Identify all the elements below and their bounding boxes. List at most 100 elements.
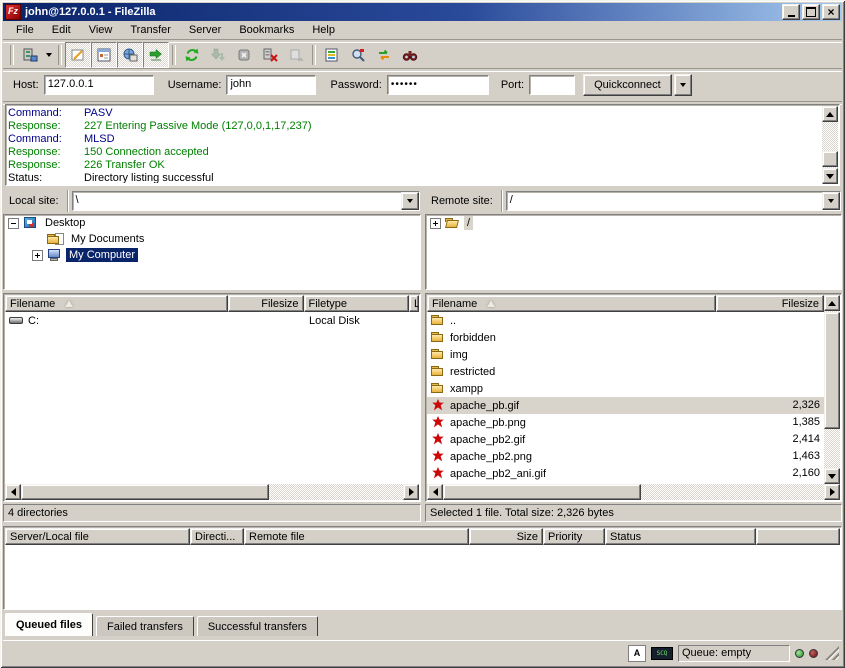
file-row[interactable]: apache_pb.png 1,385 bbox=[427, 414, 824, 431]
filter-button[interactable] bbox=[319, 42, 345, 68]
tree-item-label[interactable]: My Computer bbox=[66, 248, 138, 262]
toggle-remote-tree-button[interactable] bbox=[117, 42, 143, 68]
transfer-type-icon[interactable]: A bbox=[628, 645, 646, 662]
local-horizontal-scrollbar[interactable] bbox=[5, 484, 419, 500]
scrollbar-thumb[interactable] bbox=[822, 151, 838, 167]
file-row[interactable]: C: Local Disk bbox=[5, 312, 419, 329]
tree-item[interactable]: My Computer bbox=[4, 247, 420, 263]
column-header-direction[interactable]: Directi... bbox=[190, 528, 244, 545]
host-label: Host: bbox=[13, 79, 39, 91]
quickconnect-button[interactable]: Quickconnect bbox=[583, 74, 672, 96]
column-header-lastmodified[interactable]: L bbox=[409, 295, 419, 312]
file-row[interactable]: apache_pb2_ani.gif 2,160 bbox=[427, 465, 824, 482]
tab-failed-transfers[interactable]: Failed transfers bbox=[96, 616, 194, 636]
scrollbar-thumb[interactable] bbox=[21, 484, 269, 500]
remote-site-combo[interactable]: / bbox=[506, 191, 841, 211]
quickconnect-dropdown[interactable] bbox=[674, 74, 692, 96]
chevron-down-icon bbox=[680, 83, 686, 90]
scroll-right-button[interactable] bbox=[403, 484, 419, 500]
remote-site-value[interactable]: / bbox=[507, 192, 822, 210]
maximize-button[interactable] bbox=[802, 4, 820, 20]
disconnect-button[interactable] bbox=[257, 42, 283, 68]
menu-item[interactable]: Help bbox=[303, 22, 344, 38]
password-input[interactable]: •••••• bbox=[387, 75, 489, 95]
status-bar: A SCQ Queue: empty bbox=[3, 640, 842, 665]
refresh-button[interactable] bbox=[179, 42, 205, 68]
file-row[interactable]: apache_pb2.gif 2,414 bbox=[427, 431, 824, 448]
file-row[interactable]: apache_pb.gif 2,326 bbox=[427, 397, 824, 414]
resize-grip[interactable] bbox=[825, 646, 839, 660]
local-site-combo[interactable]: \ bbox=[72, 191, 420, 211]
menu-item[interactable]: Edit bbox=[43, 22, 80, 38]
tree-item[interactable]: / bbox=[426, 215, 841, 231]
column-header-remote-file[interactable]: Remote file bbox=[244, 528, 469, 545]
scroll-down-button[interactable] bbox=[822, 168, 838, 184]
toggle-message-log-button[interactable] bbox=[65, 42, 91, 68]
toggle-transfer-queue-button[interactable] bbox=[143, 42, 169, 68]
speed-limit-icon[interactable]: SCQ bbox=[651, 647, 673, 660]
log-scrollbar[interactable] bbox=[822, 106, 838, 184]
column-header-server-local-file[interactable]: Server/Local file bbox=[5, 528, 190, 545]
host-input[interactable]: 127.0.0.1 bbox=[44, 75, 154, 95]
find-files-button[interactable] bbox=[397, 42, 423, 68]
scroll-up-button[interactable] bbox=[824, 295, 840, 311]
column-header-priority[interactable]: Priority bbox=[543, 528, 605, 545]
username-input[interactable]: john bbox=[226, 75, 316, 95]
column-header-status[interactable]: Status bbox=[605, 528, 756, 545]
expander-icon[interactable] bbox=[32, 250, 43, 261]
column-header-filename[interactable]: Filename bbox=[427, 295, 716, 312]
scroll-left-button[interactable] bbox=[427, 484, 443, 500]
remote-site-dropdown[interactable] bbox=[822, 192, 840, 210]
tab-queued-files[interactable]: Queued files bbox=[5, 613, 93, 636]
file-type: Local Disk bbox=[305, 315, 411, 327]
menu-item[interactable]: Bookmarks bbox=[230, 22, 303, 38]
site-manager-dropdown[interactable] bbox=[43, 44, 55, 66]
site-manager-button[interactable] bbox=[17, 42, 43, 68]
scroll-right-button[interactable] bbox=[824, 484, 840, 500]
column-label: Size bbox=[517, 531, 538, 543]
queue-body[interactable] bbox=[5, 545, 840, 608]
toggle-local-tree-button[interactable] bbox=[91, 42, 117, 68]
column-header-size[interactable]: Size bbox=[469, 528, 543, 545]
tree-item-label[interactable]: / bbox=[464, 216, 473, 230]
close-button[interactable]: × bbox=[822, 4, 840, 20]
scroll-up-button[interactable] bbox=[822, 106, 838, 122]
directory-comparison-button[interactable] bbox=[345, 42, 371, 68]
column-header-filesize[interactable]: Filesize bbox=[228, 295, 304, 312]
tab-successful-transfers[interactable]: Successful transfers bbox=[197, 616, 318, 636]
scroll-down-button[interactable] bbox=[824, 468, 840, 484]
tree-item-label[interactable]: Desktop bbox=[42, 216, 88, 230]
menu-item[interactable]: View bbox=[80, 22, 122, 38]
remote-horizontal-scrollbar[interactable] bbox=[427, 484, 840, 500]
menu-item[interactable]: File bbox=[7, 22, 43, 38]
column-header-filename[interactable]: Filename bbox=[5, 295, 228, 312]
tree-item-label[interactable]: My Documents bbox=[68, 232, 147, 246]
scroll-left-button[interactable] bbox=[5, 484, 21, 500]
local-site-dropdown[interactable] bbox=[401, 192, 419, 210]
scrollbar-thumb[interactable] bbox=[824, 312, 840, 429]
process-queue-button[interactable] bbox=[205, 42, 231, 68]
cancel-button[interactable] bbox=[231, 42, 257, 68]
synchronized-browsing-button[interactable] bbox=[371, 42, 397, 68]
local-site-value[interactable]: \ bbox=[73, 192, 401, 210]
expander-icon[interactable] bbox=[430, 218, 441, 229]
reconnect-button[interactable] bbox=[283, 42, 309, 68]
expander-icon[interactable] bbox=[8, 218, 19, 229]
title-bar[interactable]: Fz john@127.0.0.1 - FileZilla × bbox=[3, 3, 842, 21]
file-row[interactable]: restricted bbox=[427, 363, 824, 380]
column-header-filetype[interactable]: Filetype bbox=[304, 295, 409, 312]
file-row[interactable]: .. bbox=[427, 312, 824, 329]
file-row[interactable]: xampp bbox=[427, 380, 824, 397]
remote-vertical-scrollbar[interactable] bbox=[824, 295, 840, 484]
port-input[interactable] bbox=[529, 75, 575, 95]
menu-item[interactable]: Transfer bbox=[121, 22, 180, 38]
menu-item[interactable]: Server bbox=[180, 22, 230, 38]
column-header-filesize[interactable]: Filesize bbox=[716, 295, 824, 312]
tree-item[interactable]: Desktop bbox=[4, 215, 420, 231]
file-row[interactable]: apache_pb2.png 1,463 bbox=[427, 448, 824, 465]
tree-item[interactable]: My Documents bbox=[4, 231, 420, 247]
file-row[interactable]: forbidden bbox=[427, 329, 824, 346]
minimize-button[interactable] bbox=[782, 4, 800, 20]
scrollbar-thumb[interactable] bbox=[443, 484, 641, 500]
file-row[interactable]: img bbox=[427, 346, 824, 363]
